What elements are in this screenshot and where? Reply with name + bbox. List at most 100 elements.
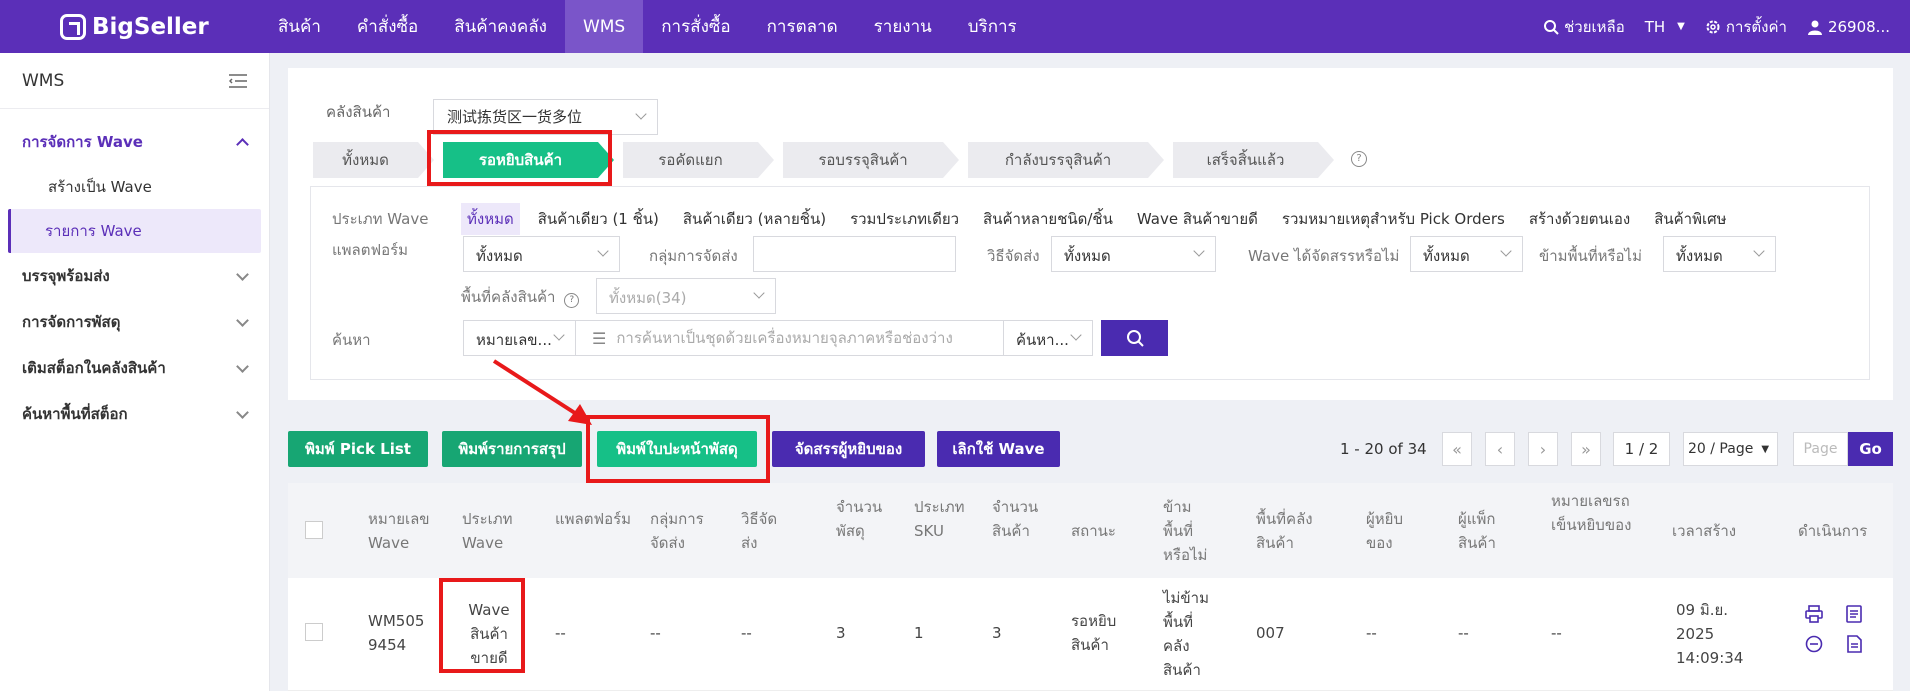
sidebar-group-find-stock-area[interactable]: ค้นหาพื้นที่สต็อก <box>0 391 269 437</box>
sidebar-group-wave-management[interactable]: การจัดการ Wave <box>0 119 269 165</box>
col-picker: ผู้หยิบของ <box>1366 510 1403 552</box>
user-icon <box>1807 20 1822 35</box>
page-range: 1 - 20 of 34 <box>1340 440 1427 458</box>
wave-type-manual[interactable]: สร้างด้วยตนเอง <box>1523 203 1636 235</box>
wave-type-all[interactable]: ทั้งหมด <box>461 203 520 235</box>
search-field-select[interactable]: หมายเลข... <box>463 320 576 356</box>
sidebar-group-label: การจัดการ Wave <box>22 133 143 151</box>
search-input[interactable]: ☰ การค้นหาเป็นชุดด้วยเครื่องหมายจุลภาคหร… <box>575 320 1004 356</box>
step-packing[interactable]: กำลังบรรจุสินค้า <box>968 142 1164 178</box>
wave-type-remarks[interactable]: รวมหมายเหตุสำหรับ Pick Orders <box>1276 203 1511 235</box>
nav-item-purchase[interactable]: การสั่งซื้อ <box>643 0 748 53</box>
col-created-time: เวลาสร้าง <box>1672 522 1737 540</box>
picker-assigned-value: ทั้งหมด <box>1423 247 1470 265</box>
help-label: ช่วยเหลือ <box>1564 17 1625 36</box>
print-icon[interactable] <box>1805 605 1823 623</box>
shipping-group-input[interactable] <box>753 236 956 272</box>
platform-label: แพลตฟอร์ม <box>332 241 409 259</box>
next-page-button[interactable]: › <box>1528 432 1558 466</box>
chevron-down-icon <box>236 359 249 373</box>
shipping-method-value: ทั้งหมด <box>1064 247 1111 265</box>
sidebar-item-create-wave[interactable]: สร้างเป็น Wave <box>8 165 261 209</box>
per-page-select[interactable]: 20 / Page ▼ <box>1683 432 1778 466</box>
search-mode-select[interactable]: ค้นหา... <box>1003 320 1093 356</box>
shipping-method-select[interactable]: ทั้งหมด <box>1051 236 1216 272</box>
step-completed[interactable]: เสร็จสิ้นแล้ว <box>1173 142 1334 178</box>
cell-wave-no[interactable]: WM5059454 <box>368 609 433 657</box>
chevron-down-icon <box>553 329 565 341</box>
page-jump-input[interactable]: Page <box>1793 432 1848 466</box>
platform-select[interactable]: ทั้งหมด <box>463 236 620 272</box>
cell-sku-types: 1 <box>914 624 924 642</box>
sidebar-group-ready-to-ship[interactable]: บรรจุพร้อมส่ง <box>0 253 269 299</box>
step-waiting-sort[interactable]: รอคัดแยก <box>623 142 774 178</box>
col-shipping-method: วิธีจัดส่ง <box>741 510 778 552</box>
sidebar-group-replenish-stock[interactable]: เติมสต็อกในคลังสินค้า <box>0 345 269 391</box>
collapse-menu-icon[interactable] <box>229 73 247 88</box>
chevron-up-icon <box>236 137 249 151</box>
wave-type-single-multi[interactable]: สินค้าเดียว (หลายชิ้น) <box>677 203 832 235</box>
cell-warehouse-area: 007 <box>1256 624 1285 642</box>
wave-type-special[interactable]: สินค้าพิเศษ <box>1648 203 1732 235</box>
settings-label: การตั้งค่า <box>1725 17 1787 36</box>
search-placeholder: การค้นหาเป็นชุดด้วยเครื่องหมายจุลภาคหรือ… <box>616 329 953 347</box>
search-button[interactable] <box>1101 320 1168 356</box>
cancel-wave-button[interactable]: เลิกใช้ Wave <box>937 431 1060 467</box>
search-mode-value: ค้นหา... <box>1016 331 1069 349</box>
cell-shipping-method: -- <box>741 624 752 642</box>
first-page-button[interactable]: « <box>1442 432 1472 466</box>
wave-type-hot-selling[interactable]: Wave สินค้าขายดี <box>1131 203 1264 235</box>
step-waiting-pack[interactable]: รอบรรจุสินค้า <box>783 142 959 178</box>
picker-assigned-select[interactable]: ทั้งหมด <box>1410 236 1523 272</box>
step-all[interactable]: ทั้งหมด <box>313 142 434 178</box>
document-list-icon[interactable] <box>1845 605 1863 623</box>
last-page-button[interactable]: » <box>1571 432 1601 466</box>
chevron-down-icon <box>597 245 609 257</box>
table-row: WM5059454 Wave สินค้าขายดี -- -- -- 3 1 … <box>288 578 1893 691</box>
bigseller-logo[interactable]: BigSeller <box>0 13 250 40</box>
sidebar-group-label: ค้นหาพื้นที่สต็อก <box>22 405 128 423</box>
skip-area-label: ข้ามพื้นที่หรือไม่ <box>1539 247 1642 265</box>
go-button[interactable]: Go <box>1848 432 1893 466</box>
shipping-method-label: วิธีจัดส่ง <box>987 247 1040 265</box>
help-icon[interactable]: ? <box>564 293 580 308</box>
picker-assigned-label: Wave ได้จัดสรรหรือไม่ <box>1248 247 1400 265</box>
document-icon[interactable] <box>1845 635 1863 653</box>
col-actions: ดำเนินการ <box>1798 522 1868 540</box>
wave-type-single-one[interactable]: สินค้าเดียว (1 ชิ้น) <box>532 203 665 235</box>
annotation-arrow <box>492 359 592 425</box>
help-link[interactable]: ช่วยเหลือ <box>1543 15 1625 39</box>
gear-icon <box>1706 20 1720 33</box>
prev-page-button[interactable]: ‹ <box>1485 432 1515 466</box>
user-menu[interactable]: 26908... <box>1807 18 1890 36</box>
warehouse-label: คลังสินค้า <box>326 103 391 121</box>
nav-item-orders[interactable]: คำสั่งซื้อ <box>339 0 436 53</box>
sidebar-item-wave-list[interactable]: รายการ Wave <box>8 209 261 253</box>
select-all-checkbox[interactable] <box>305 521 323 539</box>
assign-picker-button[interactable]: จัดสรรผู้หยิบของ <box>772 431 925 467</box>
cell-created-time: 09 มิ.ย. 2025 14:09:34 <box>1676 601 1744 667</box>
nav-item-marketing[interactable]: การตลาด <box>749 0 856 53</box>
nav-item-wms[interactable]: WMS <box>564 0 644 53</box>
nav-item-inventory[interactable]: สินค้าคงคลัง <box>436 0 565 53</box>
user-id: 26908... <box>1827 17 1890 36</box>
skip-area-select[interactable]: ทั้งหมด <box>1663 236 1776 272</box>
language-selector[interactable]: TH ▼ <box>1645 18 1685 36</box>
nav-item-services[interactable]: บริการ <box>950 0 1035 53</box>
help-icon[interactable]: ? <box>1351 151 1367 167</box>
per-page-value: 20 / Page <box>1688 441 1754 457</box>
wave-type-same-type[interactable]: รวมประเภทเดียว <box>844 203 965 235</box>
sidebar-group-parcel-management[interactable]: การจัดการพัสดุ <box>0 299 269 345</box>
cell-skip-area: ไม่ข้ามพื้นที่คลังสินค้า <box>1163 589 1209 679</box>
print-pick-list-button[interactable]: พิมพ์ Pick List <box>288 431 428 467</box>
settings-link[interactable]: การตั้งค่า <box>1705 15 1787 39</box>
nav-item-reports[interactable]: รายงาน <box>856 0 950 53</box>
print-summary-button[interactable]: พิมพ์รายการสรุป <box>442 431 582 467</box>
cell-picker: -- <box>1366 624 1377 642</box>
nav-item-products[interactable]: สินค้า <box>260 0 339 53</box>
wave-type-multi-item[interactable]: สินค้าหลายชนิด/ชิ้น <box>977 203 1119 235</box>
col-skip-area: ข้ามพื้นที่หรือไม่ <box>1163 498 1208 564</box>
minus-circle-icon[interactable] <box>1805 635 1823 653</box>
area-select[interactable]: ทั้งหมด(34) <box>596 278 776 314</box>
row-checkbox[interactable] <box>305 623 323 641</box>
